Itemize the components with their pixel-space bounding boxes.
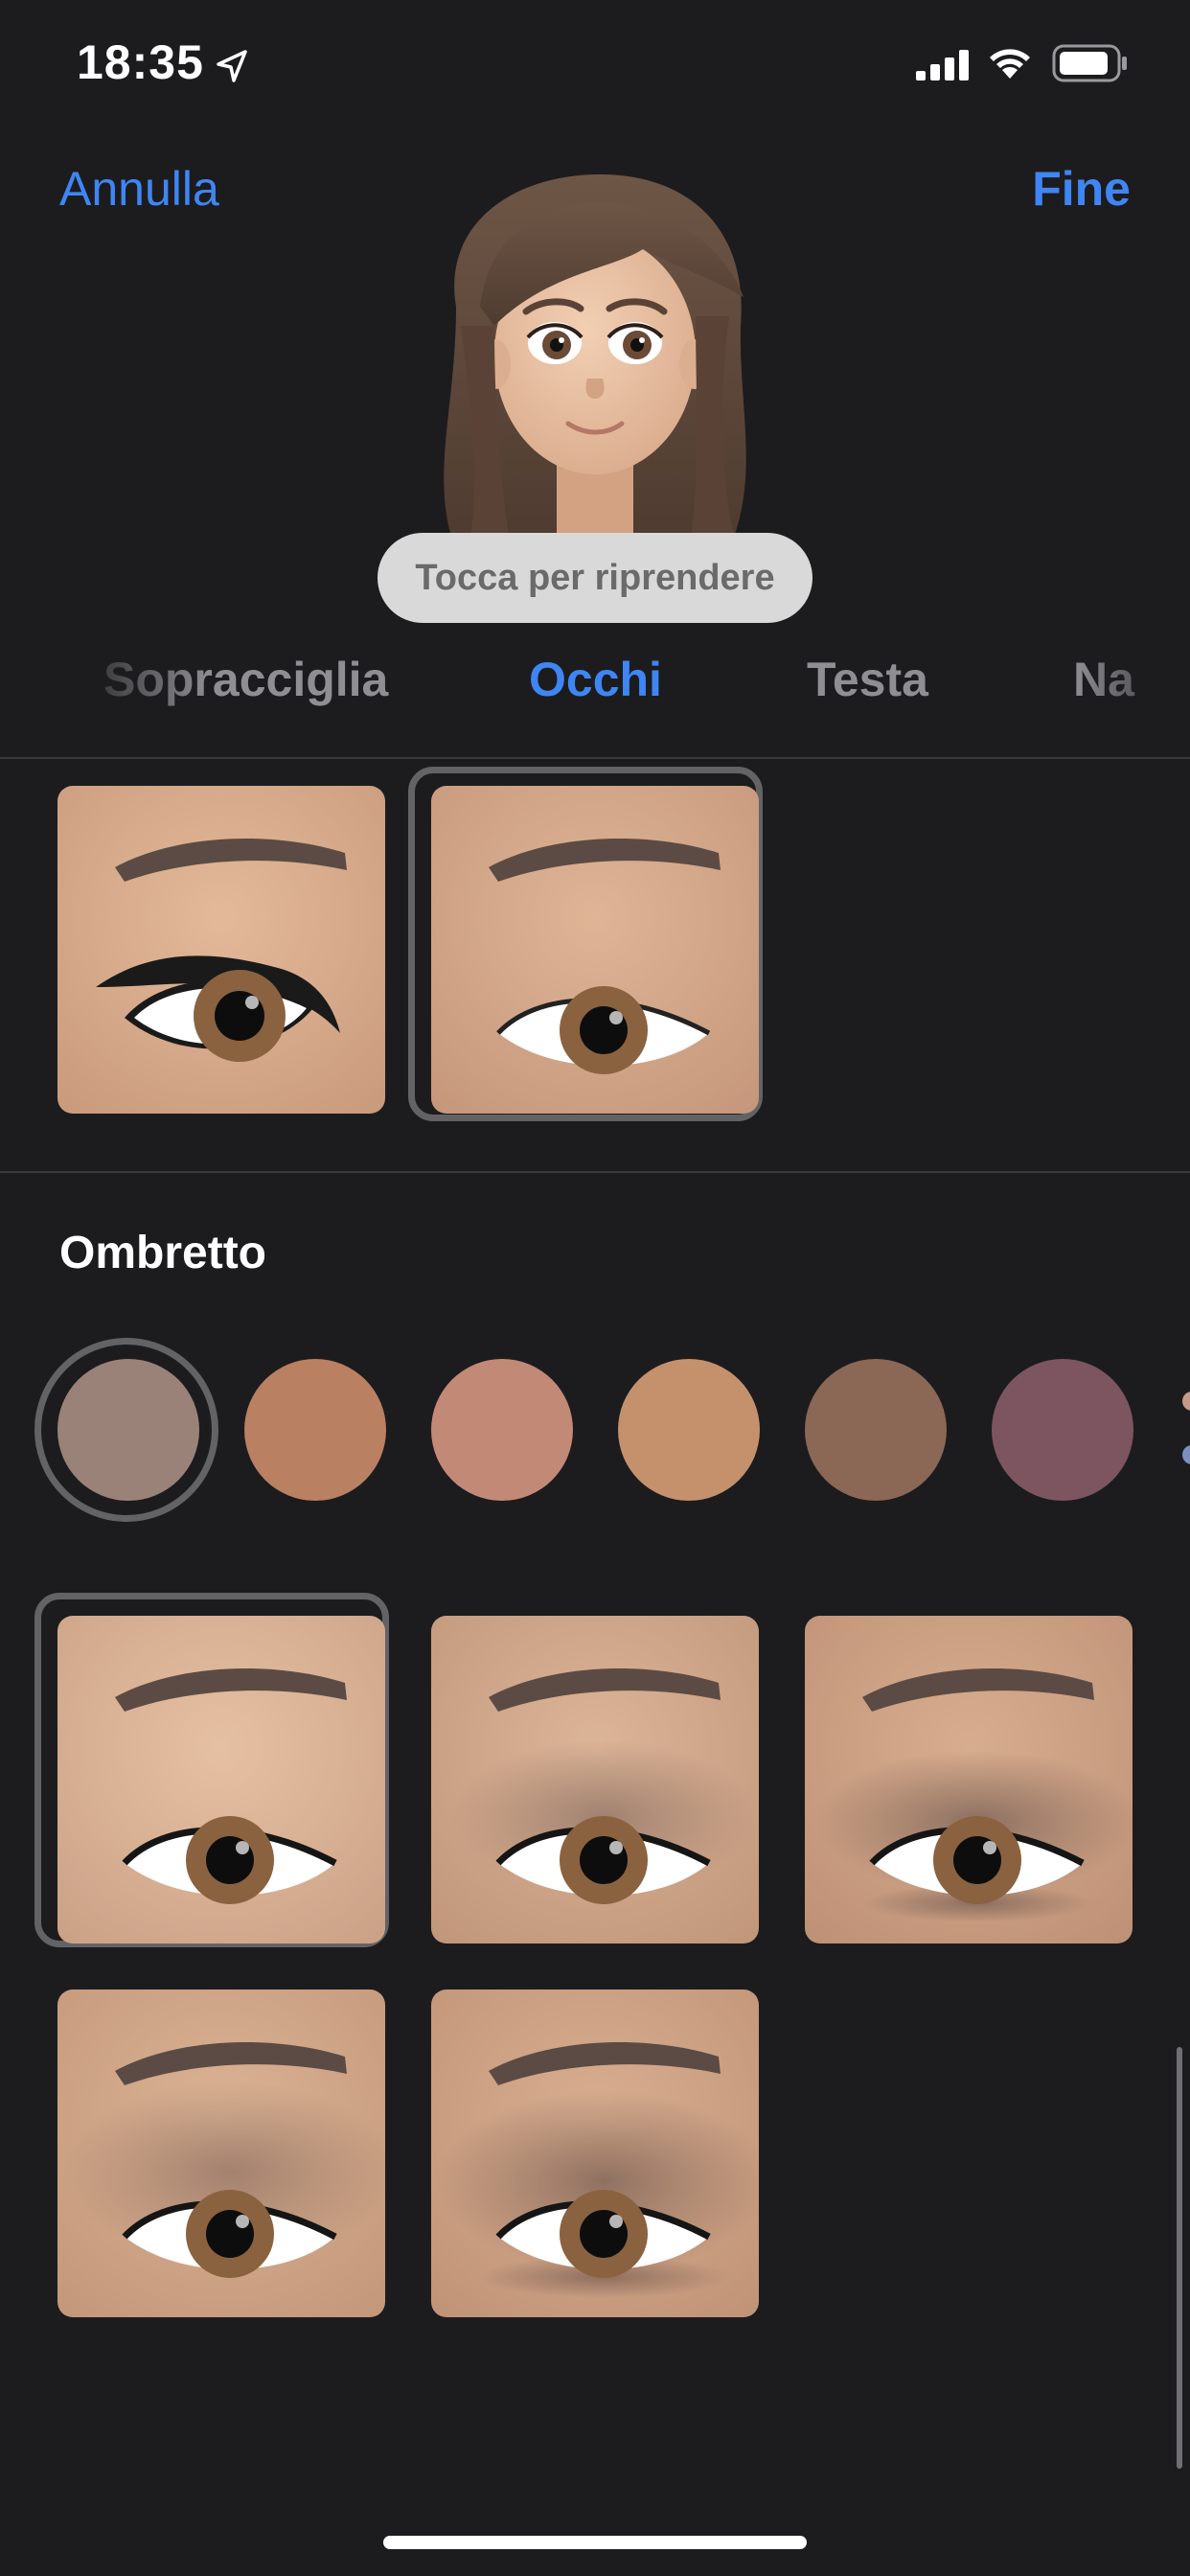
tap-to-retake-button[interactable]: Tocca per riprendere: [378, 533, 812, 623]
eyeshadow-color-swatch[interactable]: [992, 1359, 1133, 1501]
eyeshadow-color-swatch[interactable]: [244, 1359, 386, 1501]
done-button[interactable]: Fine: [1032, 161, 1131, 217]
divider: [0, 1171, 1190, 1173]
tab-fade-right: [1073, 642, 1190, 719]
eyeshadow-option-smoky[interactable]: [805, 1616, 1133, 1944]
scrollbar[interactable]: [1177, 2047, 1182, 2469]
battery-icon: [1052, 44, 1127, 82]
location-arrow-icon: [217, 50, 247, 82]
memoji-editor-screen: 18:35 Annulla Fine Tocca per riprendere …: [0, 0, 1190, 2576]
tab-occhi[interactable]: Occhi: [529, 652, 662, 707]
eyeshadow-color-swatch[interactable]: [618, 1359, 760, 1501]
tab-testa[interactable]: Testa: [807, 652, 928, 707]
offscreen-swatch-hint: [1182, 1445, 1190, 1464]
eyeshadow-option-full[interactable]: [431, 1990, 759, 2317]
eyeliner-option-none[interactable]: [431, 786, 759, 1114]
eyeshadow-color-swatch[interactable]: [431, 1359, 573, 1501]
section-title-ombretto: Ombretto: [59, 1228, 266, 1278]
memoji-avatar-preview[interactable]: [403, 163, 787, 537]
wifi-icon: [990, 49, 1030, 79]
divider: [0, 757, 1190, 759]
home-indicator[interactable]: [383, 2536, 807, 2549]
cancel-button[interactable]: Annulla: [59, 161, 219, 217]
eyeshadow-option-none[interactable]: [57, 1616, 385, 1944]
tab-fade-left: [96, 642, 211, 719]
eyeshadow-option-lid[interactable]: [431, 1616, 759, 1944]
eyeshadow-color-swatch[interactable]: [57, 1359, 199, 1501]
cellular-signal-icon: [916, 50, 969, 80]
status-time: 18:35: [77, 35, 204, 89]
eyeliner-option-winged[interactable]: [57, 786, 385, 1114]
offscreen-swatch-hint: [1182, 1392, 1190, 1411]
eyeshadow-color-swatch[interactable]: [805, 1359, 947, 1501]
eyeshadow-option-soft[interactable]: [57, 1990, 385, 2317]
